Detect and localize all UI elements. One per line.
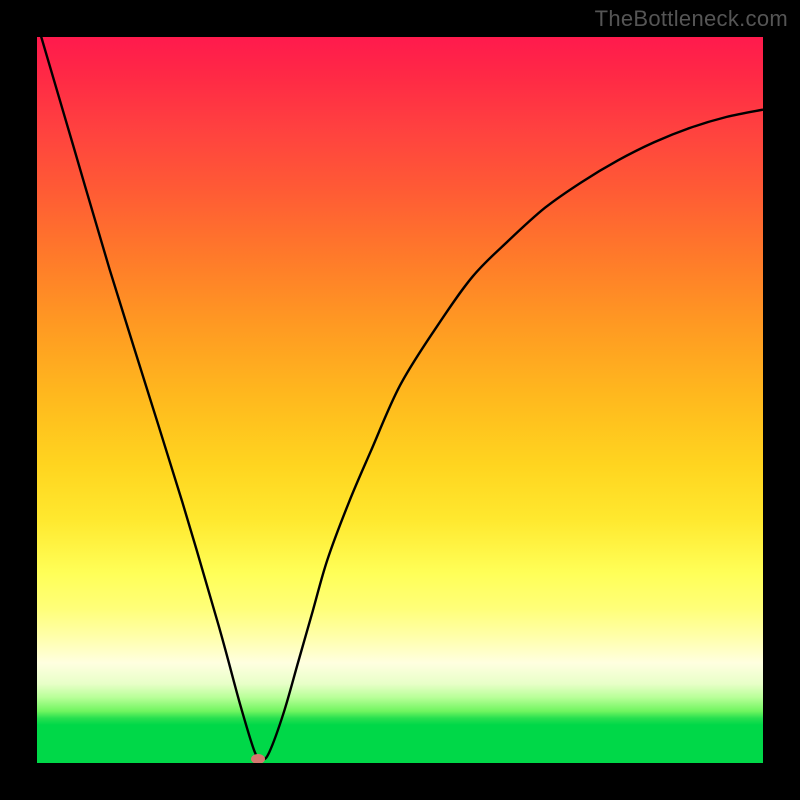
bottleneck-curve — [37, 37, 763, 760]
watermark-text: TheBottleneck.com — [595, 6, 788, 32]
plot-area — [37, 37, 763, 763]
minimum-marker — [251, 754, 265, 763]
curve-svg — [37, 37, 763, 763]
chart-frame: TheBottleneck.com — [0, 0, 800, 800]
